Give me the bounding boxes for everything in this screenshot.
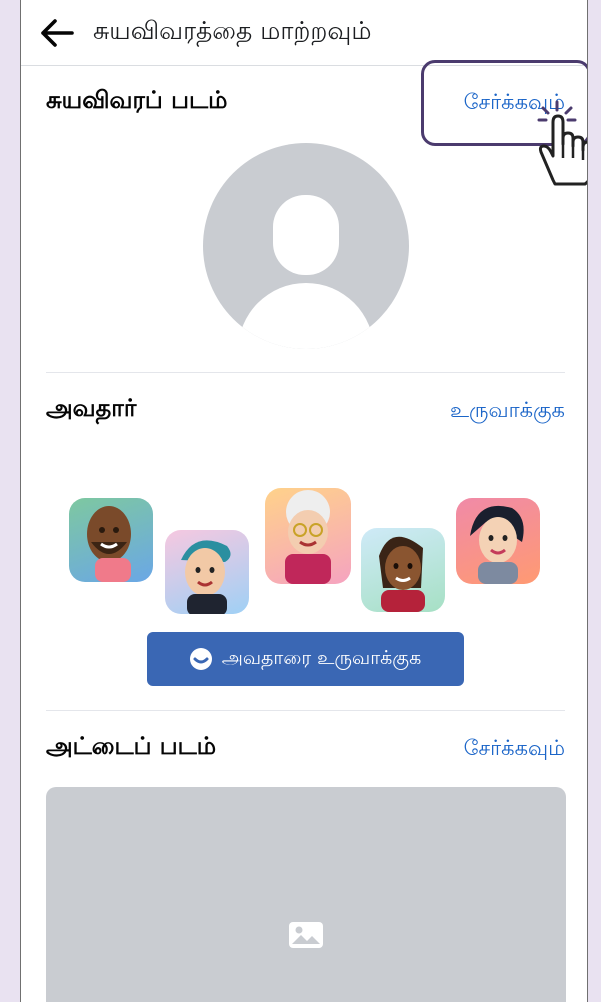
- back-arrow-icon[interactable]: [39, 17, 75, 49]
- avatar-preview-group: [61, 478, 551, 618]
- avatar-preview-2: [165, 530, 249, 614]
- avatar-preview-1: [69, 498, 153, 582]
- profile-picture-title: சுயவிவரப் படம்: [46, 86, 228, 114]
- image-icon: [288, 921, 324, 949]
- top-app-bar: சுயவிவரத்தை மாற்றவும்: [21, 0, 587, 66]
- avatar-title: அவதார்: [46, 394, 137, 422]
- person-head-shape: [273, 195, 339, 275]
- avatar-preview-3: [265, 488, 351, 584]
- create-avatar-button-label: அவதாரை உருவாக்குக: [221, 646, 422, 669]
- add-cover-photo-button[interactable]: சேர்க்கவும்: [464, 736, 565, 763]
- profile-picture-placeholder[interactable]: [203, 143, 409, 349]
- avatar-preview-4: [361, 528, 445, 612]
- phone-screen: சுயவிவரத்தை மாற்றவும் சுயவிவரப் படம் சேர…: [20, 0, 588, 1002]
- avatar-face-icon: [189, 648, 212, 670]
- cover-photo-title: அட்டைப் படம்: [46, 732, 217, 760]
- create-avatar-link[interactable]: உருவாக்குக: [450, 398, 565, 425]
- cover-photo-placeholder[interactable]: [46, 787, 566, 1002]
- hand-pointer-icon: [531, 100, 587, 186]
- avatar-preview-5: [456, 498, 540, 584]
- divider: [46, 710, 565, 711]
- page-title: சுயவிவரத்தை மாற்றவும்: [93, 16, 372, 45]
- person-body-shape: [238, 283, 374, 349]
- divider: [46, 372, 565, 373]
- create-avatar-button[interactable]: அவதாரை உருவாக்குக: [147, 632, 464, 686]
